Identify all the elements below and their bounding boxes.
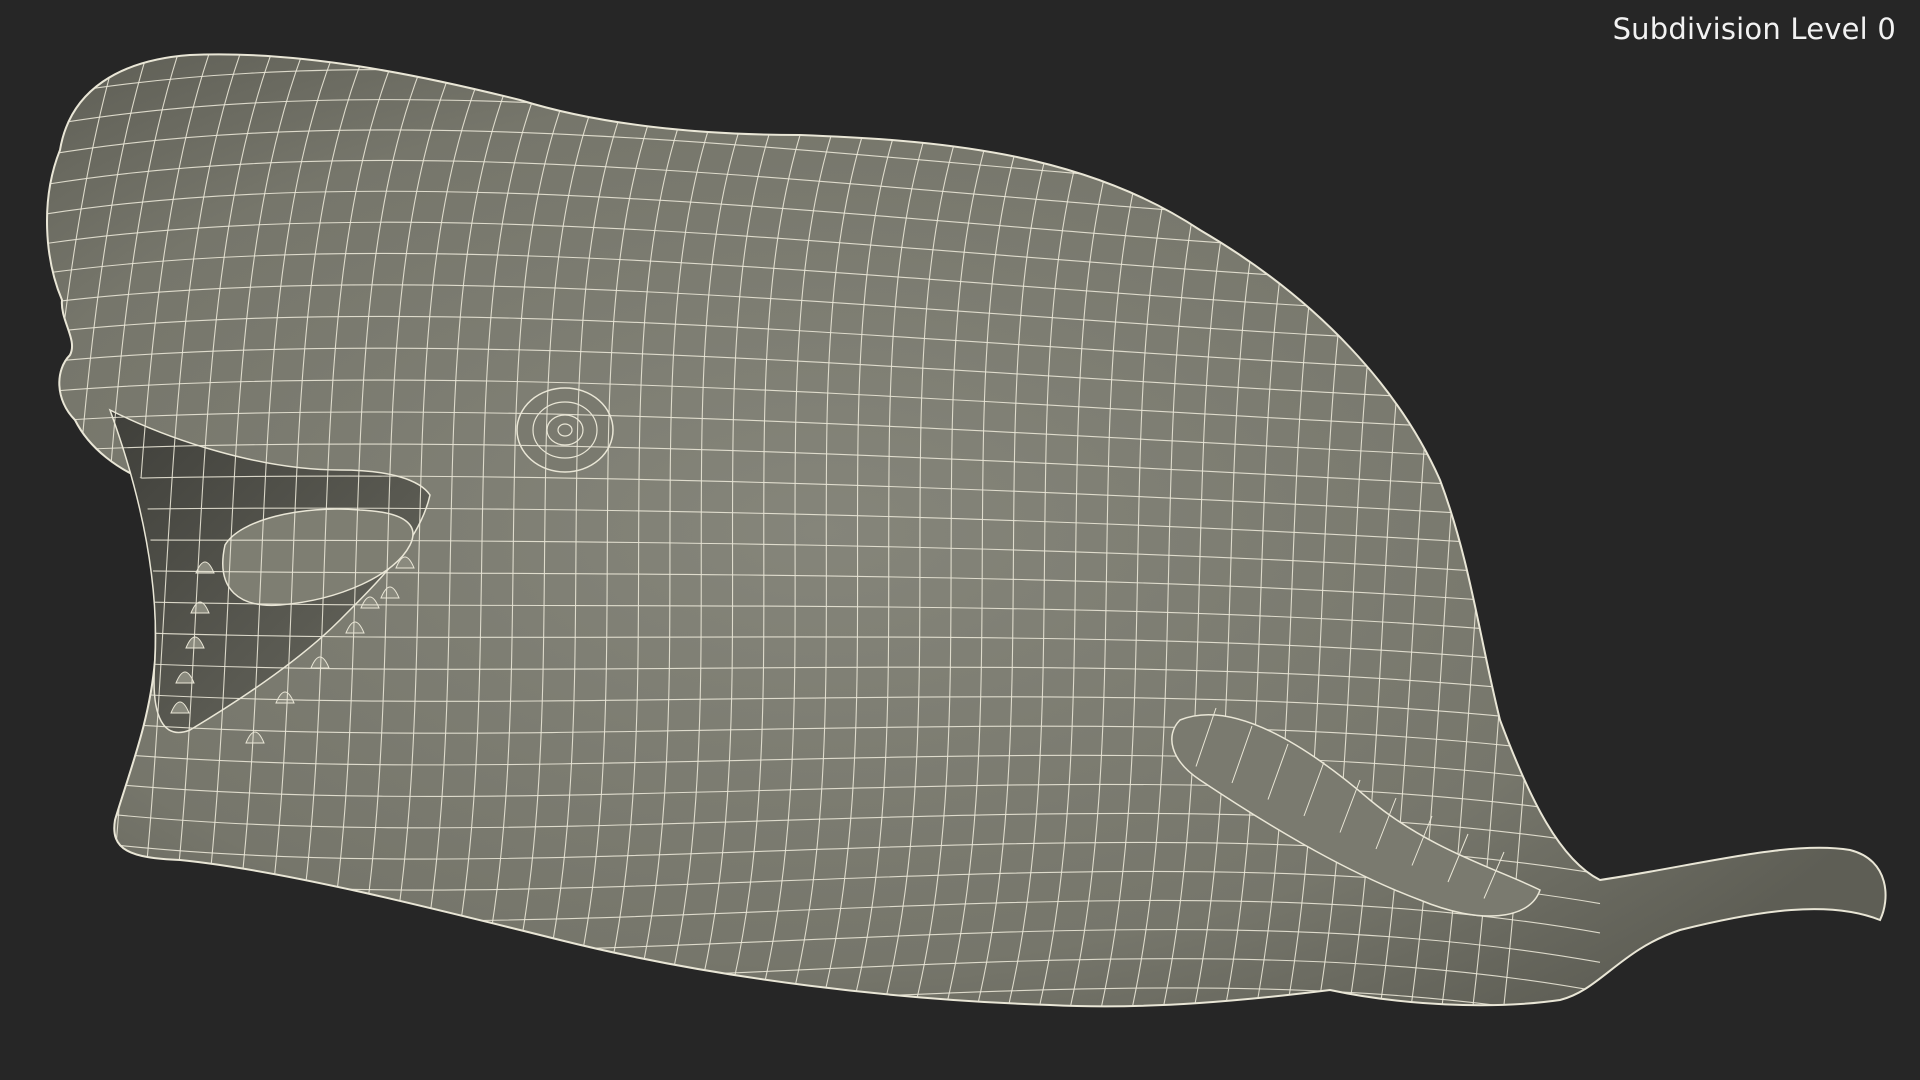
3d-viewport[interactable]: Subdivision Level 0 <box>0 0 1920 1080</box>
whale-wireframe-model[interactable] <box>0 0 1920 1080</box>
whale-eye <box>516 387 614 473</box>
mesh-edge-horizontal <box>30 1011 1600 1051</box>
mesh-edge-horizontal <box>30 1040 1600 1080</box>
subdivision-level-label: Subdivision Level 0 <box>1612 12 1896 46</box>
